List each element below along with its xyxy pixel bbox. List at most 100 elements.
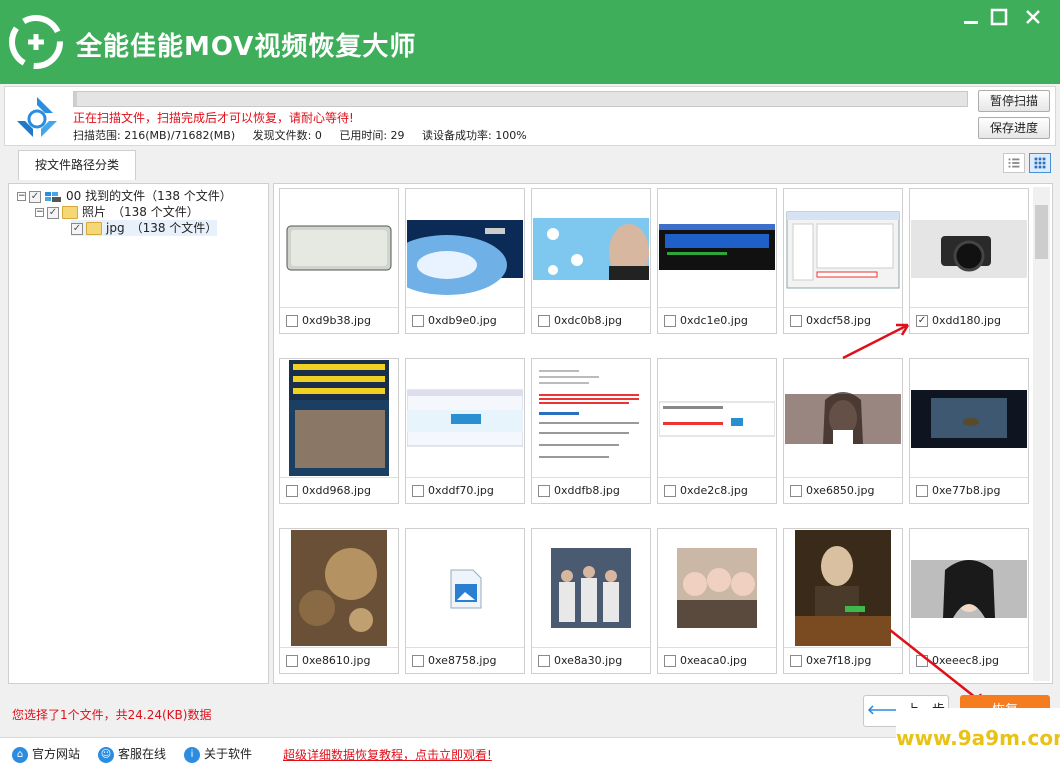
file-thumbnail[interactable] [533, 190, 649, 306]
collapse-icon[interactable]: − [17, 192, 26, 201]
close-icon[interactable] [1022, 6, 1044, 28]
file-name: 0xe77b8.jpg [932, 484, 1001, 497]
file-name: 0xe7f18.jpg [806, 654, 872, 667]
file-checkbox[interactable] [286, 655, 298, 667]
file-thumbnail[interactable] [659, 360, 775, 476]
tree-item-found-files[interactable]: − ✓ 00 找到的文件（138 个文件） [17, 188, 232, 204]
tree-item-label: jpg （138 个文件） [106, 221, 218, 235]
customer-service-link[interactable]: ☺ 客服在线 [98, 745, 166, 763]
file-thumbnail[interactable] [533, 530, 649, 646]
file-card[interactable]: 0xddf70.jpg [405, 358, 525, 504]
tree-checkbox[interactable]: ✓ [71, 222, 83, 235]
pause-scan-button[interactable]: 暂停扫描 [978, 90, 1050, 112]
collapse-icon[interactable]: − [35, 208, 44, 217]
file-thumbnail[interactable] [533, 360, 649, 476]
file-thumbnail-grid: 0xd9b38.jpg 0xdb9e0.jpg 0xdc0b8.jpg 0xdc1e0… [273, 183, 1053, 684]
file-card-footer: 0xe6850.jpg [784, 477, 902, 503]
file-thumbnail[interactable] [659, 530, 775, 646]
file-checkbox[interactable] [790, 315, 802, 327]
file-thumbnail[interactable] [911, 360, 1027, 476]
tree-item-jpg[interactable]: ✓ jpg （138 个文件） [71, 220, 218, 236]
file-card[interactable]: 0xe77b8.jpg [909, 358, 1029, 504]
file-card[interactable]: 0xeeec8.jpg [909, 528, 1029, 674]
file-name: 0xdc1e0.jpg [680, 314, 748, 327]
file-card[interactable]: 0xe8758.jpg [405, 528, 525, 674]
file-card[interactable]: 0xddfb8.jpg [531, 358, 651, 504]
file-checkbox[interactable] [538, 485, 550, 497]
file-checkbox[interactable] [412, 485, 424, 497]
file-name: 0xe8610.jpg [302, 654, 371, 667]
about-software-link[interactable]: i 关于软件 [184, 745, 252, 763]
file-card[interactable]: 0xe6850.jpg [783, 358, 903, 504]
file-card[interactable]: 0xeaca0.jpg [657, 528, 777, 674]
tree-item-label: 照片 （138 个文件） [82, 205, 199, 219]
tree-item-label: 00 找到的文件（138 个文件） [66, 189, 232, 203]
file-thumbnail[interactable] [407, 530, 523, 646]
file-name: 0xe8a30.jpg [554, 654, 623, 667]
tree-checkbox[interactable]: ✓ [29, 190, 41, 203]
official-website-link[interactable]: ⌂ 官方网站 [12, 745, 80, 763]
save-progress-button[interactable]: 保存进度 [978, 117, 1050, 139]
file-thumbnail[interactable] [407, 190, 523, 306]
file-thumbnail[interactable] [407, 360, 523, 476]
tutorial-link[interactable]: 超级详细数据恢复教程，点击立即观看! [283, 746, 492, 763]
about-software-label: 关于软件 [204, 747, 253, 761]
scrollbar-thumb[interactable] [1035, 205, 1048, 259]
file-thumbnail[interactable] [785, 190, 901, 306]
file-card-footer: 0xdc0b8.jpg [532, 307, 650, 333]
file-checkbox[interactable]: ✓ [916, 315, 928, 327]
scan-panel: 正在扫描文件，扫描完成后才可以恢复，请耐心等待! 扫描范围: 216(MB)/7… [4, 86, 1056, 146]
file-name: 0xeeec8.jpg [932, 654, 1000, 667]
file-card[interactable]: 0xe8610.jpg [279, 528, 399, 674]
folder-icon [86, 222, 102, 235]
selection-status: 您选择了1个文件，共24.24(KB)数据 [12, 708, 212, 722]
file-checkbox[interactable] [916, 655, 928, 667]
list-view-icon[interactable] [1003, 153, 1025, 173]
file-checkbox[interactable] [286, 315, 298, 327]
file-card[interactable]: 0xdc0b8.jpg [531, 188, 651, 334]
file-thumbnail[interactable] [785, 360, 901, 476]
file-thumbnail[interactable] [911, 530, 1027, 646]
tab-by-file-path[interactable]: 按文件路径分类 [18, 150, 136, 180]
minimize-icon[interactable] [960, 6, 982, 28]
file-card[interactable]: 0xdc1e0.jpg [657, 188, 777, 334]
file-checkbox[interactable] [286, 485, 298, 497]
file-card[interactable]: 0xe8a30.jpg [531, 528, 651, 674]
file-thumbnail[interactable] [281, 360, 397, 476]
file-name: 0xdc0b8.jpg [554, 314, 623, 327]
file-card-footer: 0xddfb8.jpg [532, 477, 650, 503]
file-checkbox[interactable] [538, 315, 550, 327]
file-thumbnail[interactable] [281, 190, 397, 306]
scan-stats: 扫描范围: 216(MB)/71682(MB) 发现文件数: 0 已用时间: 2… [73, 127, 541, 143]
file-checkbox[interactable] [664, 655, 676, 667]
maximize-icon[interactable] [988, 6, 1010, 28]
file-card[interactable]: 0xdb9e0.jpg [405, 188, 525, 334]
file-checkbox[interactable] [538, 655, 550, 667]
file-card[interactable]: 0xd9b38.jpg [279, 188, 399, 334]
thumbnail-view-icon[interactable] [1029, 153, 1051, 173]
file-card[interactable]: 0xde2c8.jpg [657, 358, 777, 504]
file-checkbox[interactable] [916, 485, 928, 497]
file-checkbox[interactable] [664, 485, 676, 497]
file-card[interactable]: 0xdd968.jpg [279, 358, 399, 504]
file-name: 0xdd968.jpg [302, 484, 371, 497]
file-checkbox[interactable] [790, 485, 802, 497]
file-thumbnail[interactable] [281, 530, 397, 646]
file-card[interactable]: ✓ 0xdd180.jpg [909, 188, 1029, 334]
file-checkbox[interactable] [790, 655, 802, 667]
file-checkbox[interactable] [412, 655, 424, 667]
file-thumbnail[interactable] [659, 190, 775, 306]
file-checkbox[interactable] [664, 315, 676, 327]
file-thumbnail[interactable] [911, 190, 1027, 306]
drive-icon [45, 191, 61, 202]
grid-scrollbar[interactable] [1033, 187, 1050, 681]
file-checkbox[interactable] [412, 315, 424, 327]
file-card[interactable]: 0xe7f18.jpg [783, 528, 903, 674]
file-card[interactable]: 0xdcf58.jpg [783, 188, 903, 334]
file-name: 0xdb9e0.jpg [428, 314, 497, 327]
file-card-footer: 0xe8758.jpg [406, 647, 524, 673]
tree-checkbox[interactable]: ✓ [47, 206, 59, 219]
tree-item-photos[interactable]: − ✓ 照片 （138 个文件） [35, 204, 199, 220]
file-thumbnail[interactable] [785, 530, 901, 646]
scan-range: 扫描范围: 216(MB)/71682(MB) [73, 129, 236, 142]
